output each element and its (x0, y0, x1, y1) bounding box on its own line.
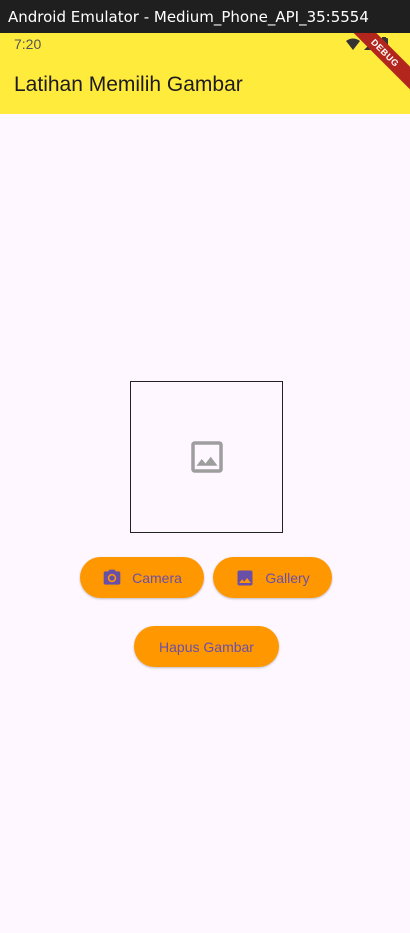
camera-button[interactable]: Camera (80, 557, 204, 598)
app-bar: 7:20 Latihan Memilih Gambar DEBUG (0, 33, 410, 114)
status-bar: 7:20 (0, 33, 410, 57)
wifi-icon (346, 38, 360, 50)
page-title: Latihan Memilih Gambar (14, 73, 243, 96)
image-preview (130, 381, 283, 533)
delete-image-button[interactable]: Hapus Gambar (134, 626, 279, 667)
camera-button-label: Camera (132, 569, 182, 586)
window-title: Android Emulator - Medium_Phone_API_35:5… (8, 7, 369, 26)
gallery-button-label: Gallery (265, 569, 310, 586)
status-time: 7:20 (14, 36, 42, 52)
image-icon (190, 441, 223, 473)
camera-icon (102, 568, 122, 588)
window-titlebar: Android Emulator - Medium_Phone_API_35:5… (0, 0, 410, 33)
main-content: Camera Gallery Hapus Gambar (0, 114, 410, 933)
gallery-icon (235, 568, 255, 588)
delete-image-button-label: Hapus Gambar (159, 638, 254, 655)
gallery-button[interactable]: Gallery (213, 557, 332, 598)
